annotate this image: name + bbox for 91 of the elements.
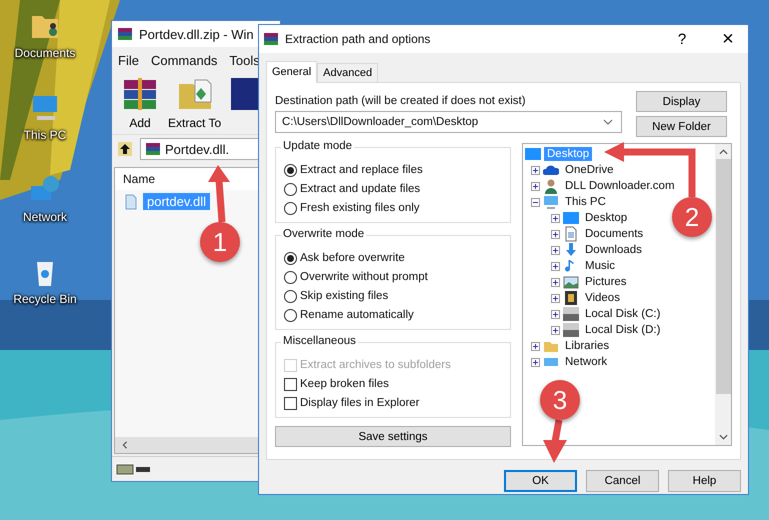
dialog-button[interactable]: Cancel [586,470,659,492]
downloads-icon [563,242,579,258]
option-label[interactable]: Extract and update files [300,183,420,195]
expand-toggle[interactable] [551,310,560,318]
checkbox[interactable] [284,396,297,410]
tree-item[interactable]: This PC [562,195,609,209]
radio-button[interactable] [284,290,297,302]
file-icon [123,194,139,210]
videos-icon [563,290,579,306]
option-label[interactable]: Ask before overwrite [300,252,405,264]
tree-item[interactable]: Pictures [582,275,630,289]
tree-item[interactable]: Music [582,259,618,273]
expand-toggle[interactable] [551,246,560,254]
option-label[interactable]: Overwrite without prompt [300,271,428,283]
radio-button[interactable] [284,270,297,284]
user-icon [543,178,559,194]
scroll-up-icon[interactable] [718,149,728,155]
radio-button[interactable] [284,182,297,196]
option-label[interactable]: Extract and replace files [300,164,423,176]
expand-toggle[interactable] [531,342,540,350]
group-title: Miscellaneous [281,335,358,347]
checkbox[interactable] [284,378,297,390]
expand-toggle[interactable] [531,182,540,190]
toolbar-button[interactable]: Extract To [168,74,222,130]
field-label: Destination path (will be created if does not exist) [275,95,527,107]
option-label[interactable]: Fresh existing files only [300,202,420,214]
window-title: Portdev.dll.zip - Win [139,26,254,42]
scroll-left-icon[interactable] [121,441,129,449]
collapse-toggle[interactable] [531,198,540,206]
dropdown-chevron-icon[interactable] [603,119,613,125]
tree-item[interactable]: DLL Downloader.com [562,179,678,193]
expand-toggle[interactable] [551,230,560,238]
tree-item[interactable]: Local Disk (C:) [582,307,664,321]
pointer-arrow [543,419,567,463]
group-title: Update mode [281,140,354,152]
radio-button[interactable] [284,308,297,322]
tree-item[interactable]: Documents [582,227,646,241]
disk-icon [563,306,579,322]
pointer-arrow [208,165,230,222]
dialog-button[interactable]: Help [668,470,741,492]
save-settings-button[interactable]: Save settings [275,426,511,447]
pictures-icon [563,274,579,290]
menu-item[interactable]: File [118,53,139,68]
menu-item[interactable]: Commands [150,53,218,68]
dialog-button[interactable]: OK [504,470,577,492]
documents-icon [563,226,579,242]
expand-toggle[interactable] [551,214,560,222]
close-button[interactable]: × [708,25,748,53]
toolbar-button[interactable]: Add [120,74,160,130]
scroll-down-icon[interactable] [718,434,728,440]
side-button[interactable]: Display [636,91,727,112]
tree-item[interactable]: Local Disk (D:) [582,323,664,337]
expand-toggle[interactable] [531,166,540,174]
group-title: Overwrite mode [281,228,366,240]
radio-button[interactable] [284,252,297,264]
dialog-title: Extraction path and options [285,32,432,46]
help-button[interactable]: ? [662,25,702,53]
disk-icon [563,322,579,338]
tree-item[interactable]: Network [562,355,610,369]
menu-item[interactable]: Tools [229,53,260,68]
vertical-scrollbar[interactable] [715,144,731,445]
tree-item[interactable]: Libraries [562,339,612,353]
radio-button[interactable] [284,164,297,176]
path-dropdown[interactable]: C:\Users\DllDownloader_com\Desktop [275,111,622,133]
expand-toggle[interactable] [531,358,540,366]
desktop-icon-label[interactable]: Documents [14,46,76,60]
archive-books-icon [263,31,279,47]
option-label[interactable]: Display files in Explorer [300,397,420,409]
side-button[interactable]: New Folder [636,116,727,137]
tree-item[interactable]: Desktop [582,211,630,225]
tab[interactable]: General [266,61,318,83]
desktop-icon-label[interactable]: Network [22,210,67,224]
radio-button[interactable] [284,202,297,214]
archive-books-icon [117,26,133,42]
tree-item[interactable]: Downloads [582,243,645,257]
tree-item[interactable]: Videos [582,291,623,305]
desktop-icon [525,146,541,162]
tree-item[interactable]: OneDrive [562,163,617,177]
expand-toggle[interactable] [551,326,560,334]
option-label[interactable]: Keep broken files [300,378,389,390]
pc-icon [543,194,559,210]
expand-toggle[interactable] [551,278,560,286]
option-label[interactable]: Skip existing files [300,290,388,302]
expand-toggle[interactable] [551,262,560,270]
up-folder-button[interactable] [116,140,134,158]
option-label[interactable]: Rename automatically [300,309,414,321]
desktop-icon [563,210,579,226]
archive-books-icon [145,141,161,157]
expand-toggle[interactable] [551,294,560,302]
desktop-icon-label[interactable]: Recycle Bin [13,292,77,306]
tab[interactable]: Advanced [317,63,378,82]
